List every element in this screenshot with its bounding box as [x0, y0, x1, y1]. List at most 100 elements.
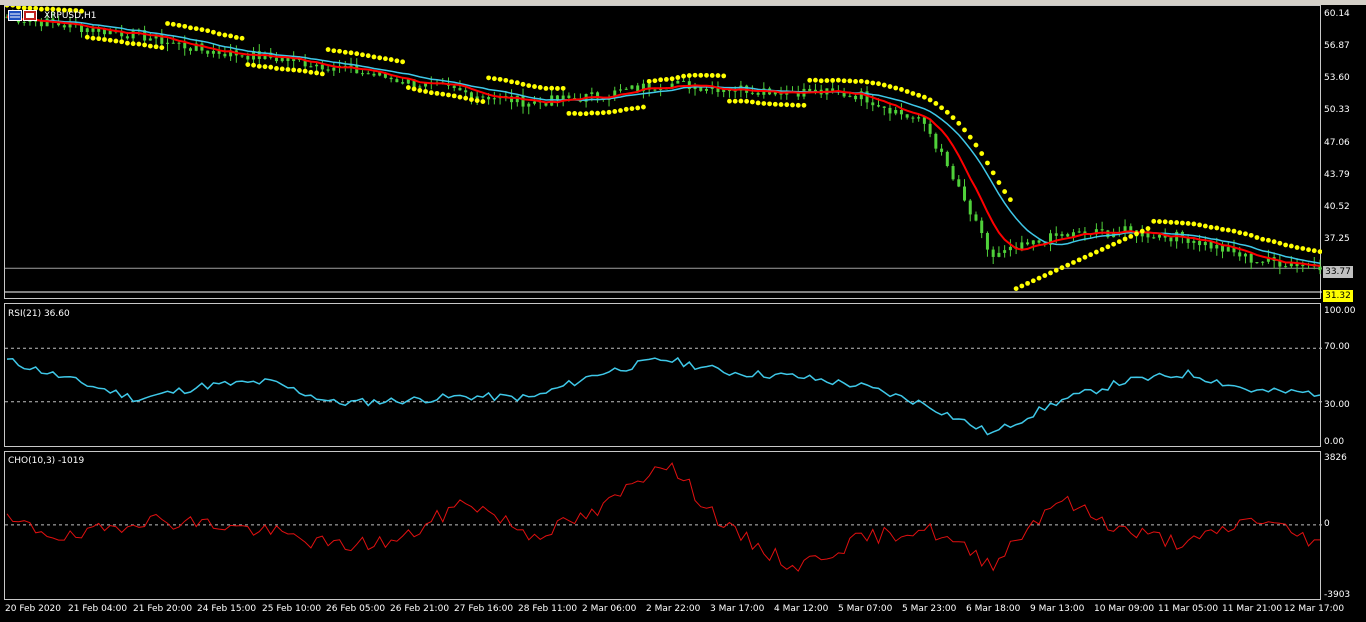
candle-body [1060, 234, 1064, 236]
sar-dot [497, 76, 503, 82]
candle-body [366, 73, 370, 75]
candle-body [894, 109, 898, 114]
candle-body [1169, 237, 1173, 242]
sar-dot [354, 51, 360, 57]
sar-dot [170, 21, 176, 27]
price-tick: 40.52 [1324, 202, 1350, 212]
sar-dot [572, 111, 578, 116]
sar-dot [652, 78, 658, 84]
candle-body [676, 80, 680, 84]
sar-dot [944, 109, 950, 115]
sar-dot [1294, 245, 1300, 250]
cho-canvas[interactable] [5, 452, 1322, 601]
sar-dot [704, 72, 709, 78]
sar-dot [486, 75, 492, 81]
candle-body [401, 82, 405, 84]
price-chart-canvas[interactable] [5, 6, 1322, 300]
sar-dot [136, 41, 142, 47]
candle-body [997, 252, 1001, 257]
sar-dot [566, 110, 572, 116]
time-tick: 11 Mar 05:00 [1158, 604, 1219, 614]
candle-body [957, 179, 961, 187]
sar-dot [291, 67, 297, 73]
candle-body [521, 95, 525, 107]
time-tick: 26 Feb 21:00 [390, 604, 450, 614]
sar-dot [1202, 223, 1208, 229]
sar-dot [985, 160, 990, 166]
sar-dot [784, 102, 790, 108]
sar-dot [159, 45, 165, 50]
time-tick: 26 Feb 05:00 [326, 604, 386, 614]
sar-dot [1208, 224, 1214, 230]
sar-dot [916, 92, 922, 98]
cho-tick: 0 [1324, 519, 1330, 529]
rsi-canvas[interactable] [5, 304, 1322, 448]
sar-dot [973, 142, 979, 148]
sar-dot [1214, 225, 1220, 231]
time-tick: 2 Mar 22:00 [646, 604, 701, 614]
sar-dot [1122, 236, 1128, 242]
candle-body [452, 85, 456, 89]
candle-body [968, 200, 972, 215]
sar-dot [377, 55, 383, 61]
price-chart-pane[interactable] [4, 5, 1322, 300]
candle-body [326, 69, 330, 71]
sar-dot [130, 41, 136, 47]
sar-dot [761, 101, 767, 106]
candle-body [1243, 253, 1247, 257]
candle-body [1215, 244, 1219, 249]
sar-dot [629, 106, 635, 112]
sar-dot [337, 48, 342, 54]
candle-body [286, 58, 290, 62]
time-tick: 12 Mar 17:00 [1284, 604, 1345, 614]
sar-dot [457, 94, 463, 100]
candle-body [590, 92, 594, 95]
candle-body [934, 133, 938, 149]
sar-dot [1019, 283, 1025, 289]
candle-body [1129, 226, 1133, 231]
candle-body [1198, 240, 1202, 246]
candle-body [487, 96, 491, 100]
sar-dot [933, 101, 939, 106]
candle-body [917, 117, 921, 119]
sar-dot [411, 86, 417, 92]
rsi-label: RSI(21) 36.60 [8, 309, 70, 319]
sar-dot [1277, 240, 1283, 246]
candle-body [1100, 229, 1104, 231]
sar-dot [669, 76, 675, 82]
sar-dot [1243, 231, 1248, 237]
candle-body [1261, 261, 1265, 263]
sar-dot [365, 53, 371, 59]
sar-dot [692, 72, 698, 78]
sar-dot [595, 110, 600, 116]
candle-body [1226, 247, 1230, 252]
sar-dot [1220, 226, 1225, 232]
sar-dot [881, 82, 887, 88]
cho-tick: -3903 [1324, 590, 1351, 600]
candle-body [899, 109, 903, 115]
chaikin-oscillator-pane[interactable]: CHO(10,3) -1019 [4, 451, 1322, 601]
sar-dot [142, 42, 148, 48]
rsi-indicator-pane[interactable]: RSI(21) 36.60 [4, 303, 1322, 448]
candle-body [1008, 246, 1012, 251]
sar-dot [342, 49, 348, 55]
sar-dot [778, 102, 784, 107]
candle-body [360, 73, 364, 75]
candle-body [905, 114, 909, 118]
candle-body [1026, 242, 1030, 245]
candle-body [62, 25, 66, 28]
time-tick: 4 Mar 12:00 [774, 604, 829, 614]
sar-dot [199, 27, 205, 33]
candle-body [22, 21, 26, 23]
symbol-title: XRPUSD,H1 [44, 11, 97, 21]
candle-body [418, 86, 422, 88]
candle-body [1238, 252, 1242, 257]
sar-dot [331, 48, 337, 54]
sar-dot [153, 44, 159, 50]
sar-dot [1283, 242, 1288, 248]
sar-dot [606, 109, 612, 115]
candle-body [963, 186, 967, 201]
candle-body [1066, 234, 1070, 237]
sar-dot [165, 21, 170, 26]
sar-dot [813, 77, 818, 83]
